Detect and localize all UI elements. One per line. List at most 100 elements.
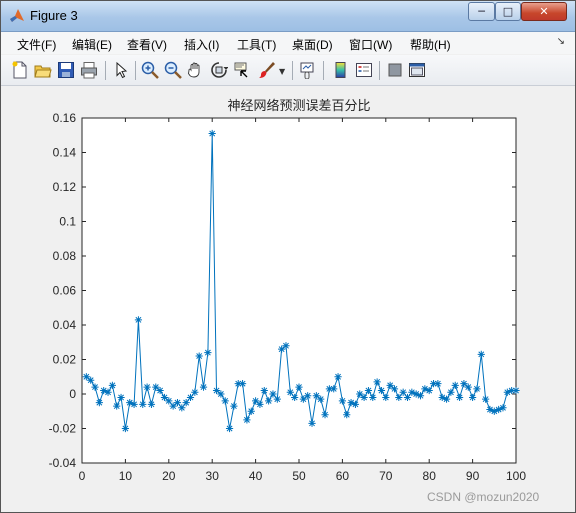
toolbar-separator (135, 61, 136, 80)
edit-plot-icon[interactable] (112, 61, 130, 79)
title-bar[interactable]: Figure 3 ─ □ ✕ (1, 1, 575, 32)
data-point-marker (156, 386, 164, 395)
window-title: Figure 3 (30, 8, 78, 23)
toolbar-separator (105, 61, 106, 80)
x-tick-label: 60 (336, 469, 350, 483)
data-point-marker (447, 388, 455, 396)
data-point-marker (399, 388, 407, 396)
brush-icon[interactable] (258, 61, 276, 79)
data-point-marker (330, 385, 338, 393)
data-point-marker (243, 416, 251, 424)
show-plot-tools-icon[interactable] (408, 61, 426, 79)
data-point-marker (334, 373, 342, 381)
toolbar-separator (379, 61, 380, 80)
data-point-marker (434, 380, 442, 388)
data-point-marker (256, 400, 264, 408)
data-point-marker (317, 395, 325, 403)
data-point-marker (113, 402, 121, 410)
x-tick-label: 70 (379, 469, 393, 483)
data-point-marker (87, 376, 95, 384)
data-point-marker (460, 380, 468, 388)
data-point-marker (252, 397, 260, 405)
data-point-marker (455, 393, 464, 402)
insert-colorbar-icon[interactable] (332, 61, 350, 79)
x-tick-label: 50 (292, 469, 306, 483)
link-plot-icon[interactable] (299, 61, 317, 79)
menu-desktop[interactable]: 桌面(D) (292, 36, 333, 53)
data-point-marker (108, 381, 116, 389)
maximize-icon: □ (502, 5, 514, 18)
data-point-marker (178, 404, 186, 412)
menu-tools[interactable]: 工具(T) (237, 36, 276, 53)
data-point-marker (204, 349, 212, 357)
menu-insert[interactable]: 插入(I) (184, 36, 219, 53)
data-point-marker (95, 399, 103, 407)
insert-legend-icon[interactable] (355, 61, 373, 79)
new-figure-icon[interactable] (11, 61, 29, 79)
data-point-marker (321, 411, 329, 419)
data-point-marker (160, 393, 169, 402)
menu-edit[interactable]: 编辑(E) (72, 36, 112, 53)
data-point-marker (186, 393, 195, 402)
axes-box[interactable] (81, 117, 517, 464)
matlab-logo-icon (10, 9, 24, 22)
y-tick-label: 0.12 (53, 180, 77, 194)
print-icon[interactable] (80, 61, 98, 79)
menu-help[interactable]: 帮助(H) (410, 36, 451, 53)
data-cursor-icon[interactable] (233, 61, 251, 79)
data-point-marker (308, 419, 316, 427)
data-point-marker (278, 345, 286, 353)
zoom-out-icon[interactable] (164, 61, 182, 79)
y-tick-label: 0 (69, 387, 76, 401)
menu-bar: 文件(F) 编辑(E) 查看(V) 插入(I) 工具(T) 桌面(D) 窗口(W… (1, 32, 575, 54)
data-point-marker (291, 393, 299, 402)
dock-arrow-icon[interactable]: ↘ (557, 36, 565, 47)
close-icon: ✕ (539, 5, 549, 18)
menu-view[interactable]: 查看(V) (127, 36, 167, 53)
y-tick-label: 0.08 (53, 249, 77, 263)
data-point-marker (199, 383, 208, 391)
pan-icon[interactable] (187, 61, 205, 79)
data-point-marker (295, 383, 303, 391)
data-point-marker (91, 383, 99, 391)
data-point-marker (121, 424, 129, 433)
save-icon[interactable] (57, 61, 75, 79)
close-button[interactable]: ✕ (521, 2, 567, 21)
data-point-marker (343, 411, 351, 419)
data-point-marker (208, 129, 216, 138)
figure-toolbar: ▼ (1, 55, 575, 86)
x-tick-label: 40 (249, 469, 263, 483)
data-point-marker (134, 316, 143, 324)
maximize-button[interactable]: □ (495, 2, 521, 21)
data-point-marker (382, 393, 390, 402)
hide-plot-tools-icon[interactable] (386, 61, 404, 79)
plot-svg: 神经网络预测误差百分比 -0.04 -0.02 0 0.02 0.04 0.06 0.08 0… (49, 98, 527, 483)
data-point-marker (369, 393, 377, 402)
watermark: CSDN @mozun2020 (427, 490, 540, 504)
y-tick-label: 0.04 (53, 318, 77, 332)
open-file-icon[interactable] (34, 61, 52, 79)
data-point-marker (130, 400, 138, 408)
data-point-marker (364, 386, 373, 395)
data-point-marker (173, 399, 182, 407)
data-point-marker (386, 381, 394, 389)
data-point-marker (416, 392, 425, 400)
data-point-marker (338, 397, 346, 405)
menu-file[interactable]: 文件(F) (17, 36, 56, 53)
data-point-marker (304, 392, 312, 400)
data-point-marker (269, 390, 277, 398)
matlab-figure-window: Figure 3 ─ □ ✕ 文件(F) 编辑(E) 查看(V) 插入(I) 工… (0, 0, 576, 513)
zoom-in-icon[interactable] (141, 61, 159, 79)
x-tick-label: 90 (466, 469, 480, 483)
x-tick-label: 20 (162, 469, 176, 483)
data-point-marker (230, 402, 238, 410)
minimize-button[interactable]: ─ (468, 2, 495, 21)
data-point-marker (221, 397, 229, 405)
brush-dropdown-icon[interactable]: ▼ (279, 67, 285, 76)
data-point-marker (499, 404, 507, 412)
data-point-marker (104, 388, 112, 396)
data-point-marker (82, 373, 90, 381)
data-point-marker (390, 385, 399, 393)
rotate-3d-icon[interactable] (210, 61, 228, 79)
menu-window[interactable]: 窗口(W) (349, 36, 392, 53)
